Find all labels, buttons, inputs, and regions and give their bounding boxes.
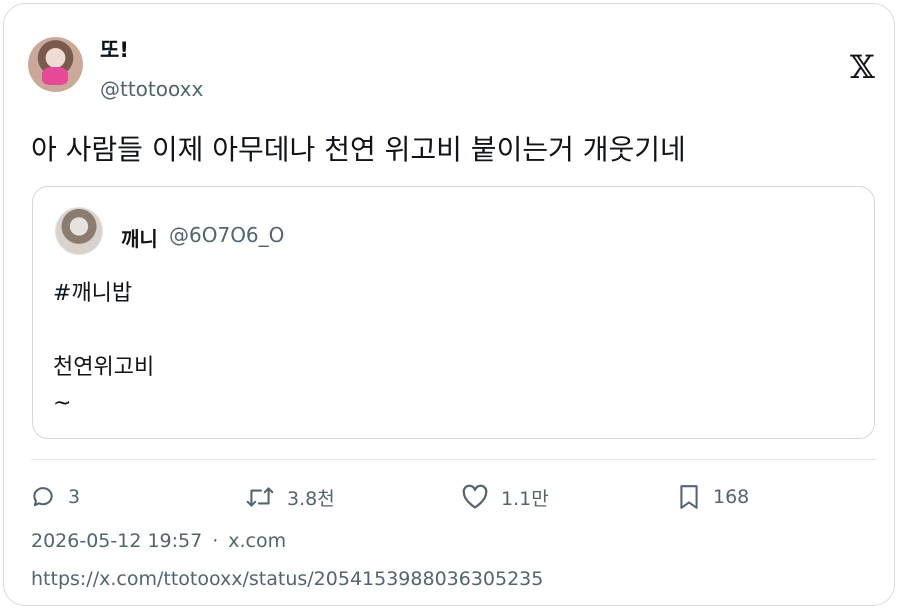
tweet-meta: 2026-05-12 19:57 · x.com [31, 530, 286, 552]
source-domain: x.com [228, 530, 287, 552]
tweet-text: 아 사람들 이제 아무데나 천연 위고비 붙이는거 개웃기네 [31, 133, 686, 166]
bookmark-count: 168 [713, 486, 750, 508]
x-logo-icon[interactable]: 𝕏 [850, 51, 875, 83]
heart-icon [462, 484, 488, 509]
quoted-avatar[interactable] [55, 207, 103, 255]
quoted-handle[interactable]: @6O7O6_O [169, 223, 284, 247]
author-avatar[interactable] [28, 37, 83, 92]
retweet-button[interactable]: 3.8천 [245, 480, 335, 514]
avatar-accent [42, 67, 68, 85]
divider [31, 459, 876, 460]
retweet-count: 3.8천 [287, 487, 335, 510]
like-count: 1.1만 [501, 487, 549, 510]
reply-count: 3 [68, 486, 81, 508]
bookmark-icon [680, 485, 698, 509]
tweet-url[interactable]: https://x.com/ttotooxx/status/2054153988… [31, 568, 543, 590]
bookmark-button[interactable]: 168 [677, 480, 749, 514]
timestamp[interactable]: 2026-05-12 19:57 [31, 530, 202, 552]
reply-icon [33, 487, 53, 507]
quoted-text-line: #깨니밥 [53, 281, 133, 306]
quoted-display-name[interactable]: 깨니 [121, 223, 158, 252]
tweet-card: 또! @ttotooxx 𝕏 아 사람들 이제 아무데나 천연 위고비 붙이는거… [3, 3, 895, 606]
meta-separator: · [212, 530, 219, 552]
like-button[interactable]: 1.1만 [461, 480, 549, 514]
quoted-tweet[interactable]: 깨니 @6O7O6_O #깨니밥 천연위고비 ~ [32, 186, 875, 439]
retweet-icon [246, 487, 274, 507]
author-display-name[interactable]: 또! [100, 34, 129, 64]
quoted-text-line: 천연위고비 [53, 355, 155, 380]
reply-button[interactable]: 3 [30, 480, 80, 514]
author-handle[interactable]: @ttotooxx [100, 77, 203, 101]
quoted-text-line: ~ [53, 391, 72, 416]
